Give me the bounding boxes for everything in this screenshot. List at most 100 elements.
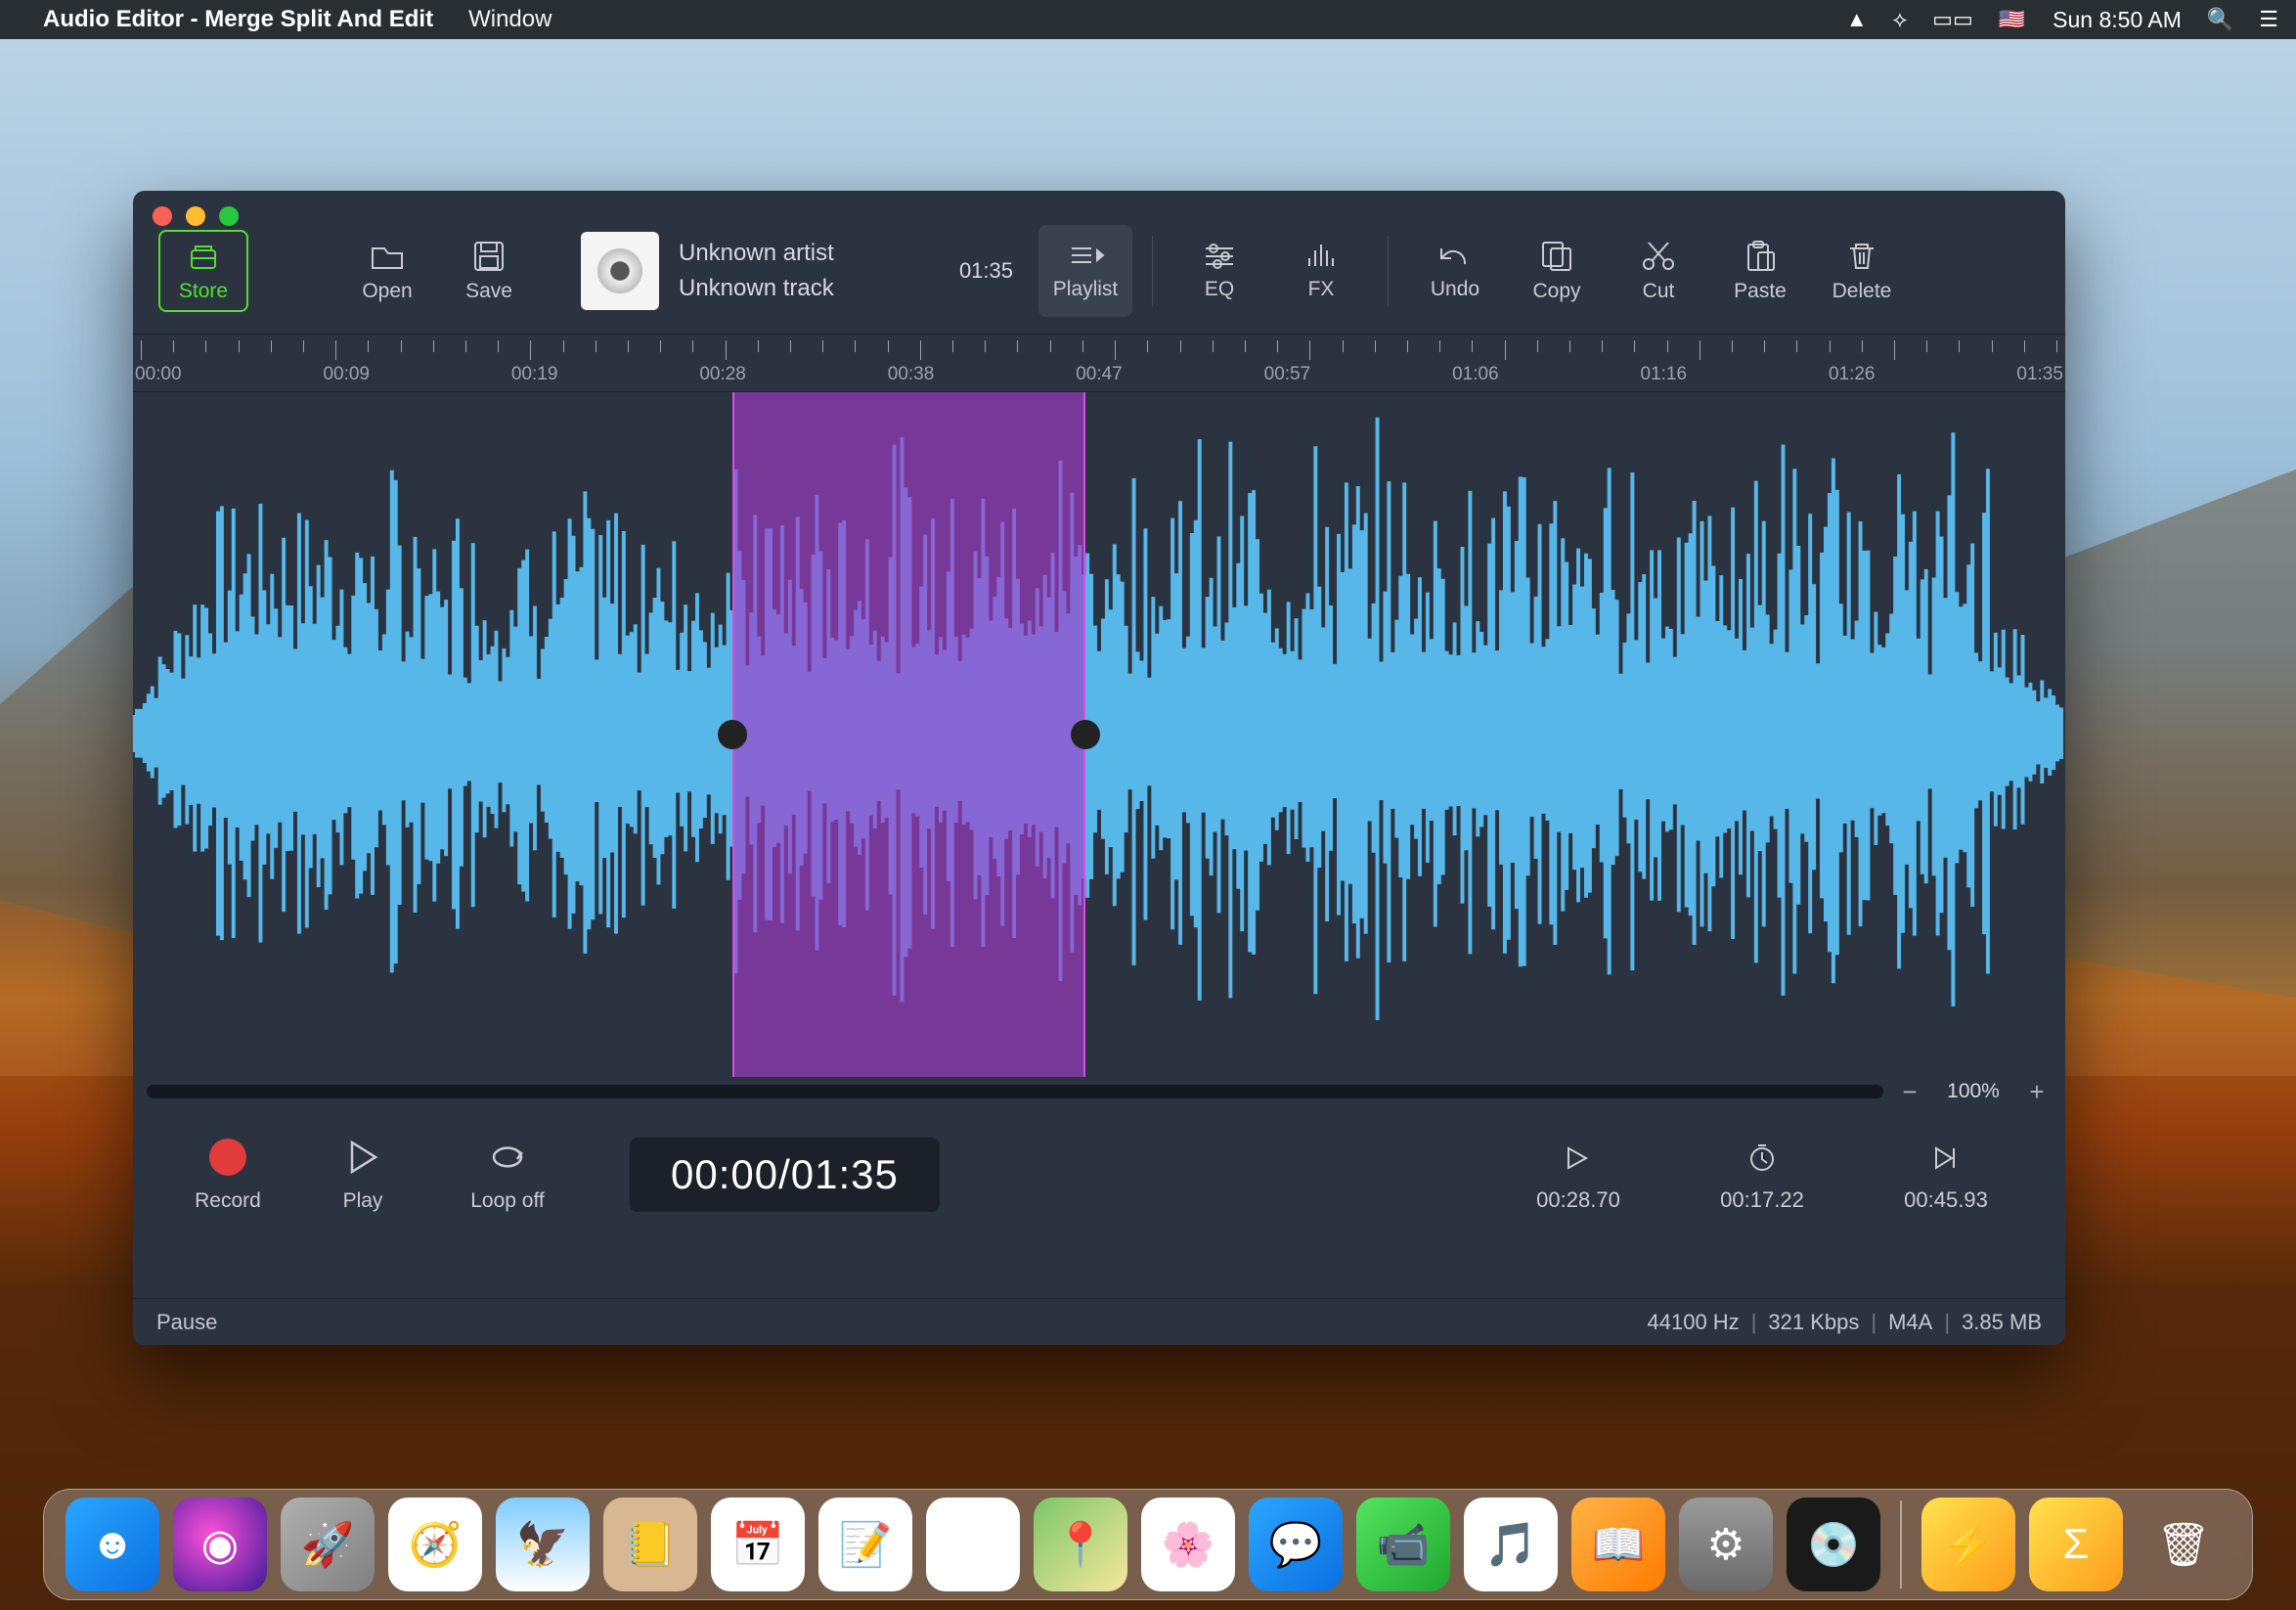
macos-menubar: Audio Editor - Merge Split And Edit Wind… <box>0 0 2296 39</box>
filesize: 3.85 MB <box>1962 1310 2042 1335</box>
dock-reminders[interactable]: ☑︎ <box>926 1498 1020 1591</box>
window-traffic-lights <box>153 206 239 226</box>
toolbar-divider <box>1152 236 1153 306</box>
zoom-level: 100% <box>1936 1080 2010 1103</box>
bluetooth-icon[interactable]: ⟡ <box>1893 7 1908 32</box>
selection-end-readout: 00:45.93 <box>1868 1137 2024 1213</box>
marker-end-icon <box>1932 1137 1960 1178</box>
eq-button[interactable]: EQ <box>1172 225 1266 317</box>
marker-length-icon <box>1747 1137 1777 1178</box>
dock-app2[interactable]: Σ <box>2029 1498 2123 1591</box>
displays-icon[interactable]: ▭▭ <box>1932 7 1973 32</box>
save-button[interactable]: Save <box>442 225 536 317</box>
save-label: Save <box>465 280 512 303</box>
delete-label: Delete <box>1832 280 1892 303</box>
dock-maps[interactable]: 📍 <box>1034 1498 1127 1591</box>
window-minimize-button[interactable] <box>186 206 205 226</box>
spotlight-icon[interactable]: 🔍 <box>2207 7 2233 32</box>
time-display: 00:00/01:35 <box>630 1138 940 1212</box>
paste-label: Paste <box>1734 280 1787 303</box>
open-label: Open <box>362 280 412 303</box>
copy-button[interactable]: Copy <box>1510 225 1604 317</box>
timeline-ruler[interactable]: 00:0000:0900:1900:2800:3800:4700:5701:06… <box>133 334 2065 392</box>
input-flag-icon[interactable]: 🇺🇸 <box>1999 7 2025 32</box>
toolbar: Store Open Save Unknown artist Unknown t… <box>133 208 2065 334</box>
ruler-label: 00:00 <box>135 364 182 385</box>
delete-button[interactable]: Delete <box>1815 225 1909 317</box>
record-button[interactable]: Record <box>174 1137 282 1213</box>
play-label: Play <box>343 1189 383 1213</box>
track-title: Unknown track <box>679 271 834 306</box>
loop-label: Loop off <box>470 1189 545 1213</box>
window-zoom-button[interactable] <box>219 206 239 226</box>
marker-end-value: 00:45.93 <box>1904 1187 1988 1213</box>
bitrate: 321 Kbps <box>1768 1310 1859 1335</box>
selection-start-handle[interactable] <box>718 720 747 749</box>
selection-length-readout: 00:17.22 <box>1684 1137 1840 1213</box>
undo-button[interactable]: Undo <box>1408 225 1502 317</box>
store-button[interactable]: Store <box>158 230 248 312</box>
undo-label: Undo <box>1431 278 1479 301</box>
dock-ibooks[interactable]: 📖 <box>1571 1498 1665 1591</box>
dock-siri[interactable]: ◉ <box>173 1498 267 1591</box>
store-label: Store <box>179 280 228 303</box>
zoom-row: − 100% + <box>133 1077 2065 1106</box>
dock-messages[interactable]: 💬 <box>1249 1498 1343 1591</box>
playback-state: Pause <box>156 1310 217 1335</box>
loop-button[interactable]: Loop off <box>444 1137 571 1213</box>
airplay-icon[interactable]: ▲ <box>1846 7 1868 32</box>
window-close-button[interactable] <box>153 206 172 226</box>
open-button[interactable]: Open <box>340 225 434 317</box>
copy-label: Copy <box>1532 280 1580 303</box>
ruler-label: 00:57 <box>1264 364 1311 385</box>
dock-launchpad[interactable]: 🚀 <box>281 1498 375 1591</box>
track-artist: Unknown artist <box>679 236 834 271</box>
selection-end-handle[interactable] <box>1071 720 1100 749</box>
selection-start-readout: 00:28.70 <box>1500 1137 1656 1213</box>
dock-itunes[interactable]: 🎵 <box>1464 1498 1558 1591</box>
dock-trash[interactable]: 🗑 <box>2137 1498 2230 1591</box>
marker-start-icon <box>1565 1137 1592 1178</box>
selection-region[interactable] <box>732 392 1086 1077</box>
cut-button[interactable]: Cut <box>1612 225 1705 317</box>
zoom-out-button[interactable]: − <box>1895 1077 1924 1106</box>
dock-audio-editor[interactable]: 💿 <box>1787 1498 1880 1591</box>
play-button[interactable]: Play <box>309 1137 417 1213</box>
playlist-button[interactable]: Playlist <box>1038 225 1132 317</box>
marker-length-value: 00:17.22 <box>1720 1187 1804 1213</box>
album-art <box>581 232 659 310</box>
ruler-label: 00:28 <box>699 364 746 385</box>
menubar-window[interactable]: Window <box>468 6 552 33</box>
notification-center-icon[interactable]: ☰ <box>2259 7 2278 32</box>
track-duration: 01:35 <box>959 258 1031 284</box>
dock-calendar[interactable]: 📅 <box>711 1498 805 1591</box>
dock-contacts[interactable]: 📒 <box>603 1498 697 1591</box>
fx-button[interactable]: FX <box>1274 225 1368 317</box>
ruler-label: 01:26 <box>1829 364 1876 385</box>
dock-app1[interactable]: ⚡ <box>1921 1498 2015 1591</box>
paste-button[interactable]: Paste <box>1713 225 1807 317</box>
menubar-app-name[interactable]: Audio Editor - Merge Split And Edit <box>43 6 433 33</box>
dock-safari[interactable]: 🧭 <box>388 1498 482 1591</box>
ruler-label: 00:09 <box>323 364 370 385</box>
macos-dock: ☻◉🚀🧭🦅📒📅📝☑︎📍🌸💬📹🎵📖⚙︎💿 ⚡Σ🗑 <box>43 1489 2253 1600</box>
record-label: Record <box>195 1189 261 1213</box>
audio-editor-window: Store Open Save Unknown artist Unknown t… <box>133 191 2065 1345</box>
ruler-label: 00:38 <box>888 364 935 385</box>
waveform-area[interactable] <box>133 392 2065 1077</box>
ruler-label: 01:06 <box>1452 364 1499 385</box>
dock-photos[interactable]: 🌸 <box>1141 1498 1235 1591</box>
dock-preferences[interactable]: ⚙︎ <box>1679 1498 1773 1591</box>
dock-finder[interactable]: ☻ <box>66 1498 159 1591</box>
format: M4A <box>1888 1310 1932 1335</box>
dock-mail[interactable]: 🦅 <box>496 1498 590 1591</box>
menubar-clock[interactable]: Sun 8:50 AM <box>2053 7 2182 33</box>
horizontal-scrollbar[interactable] <box>147 1085 1883 1098</box>
dock-notes[interactable]: 📝 <box>818 1498 912 1591</box>
ruler-label: 01:35 <box>2016 364 2063 385</box>
status-bar: Pause 44100 Hz| 321 Kbps| M4A| 3.85 MB <box>133 1298 2065 1345</box>
dock-facetime[interactable]: 📹 <box>1356 1498 1450 1591</box>
zoom-in-button[interactable]: + <box>2022 1077 2052 1106</box>
marker-start-value: 00:28.70 <box>1536 1187 1620 1213</box>
playlist-label: Playlist <box>1053 278 1119 301</box>
